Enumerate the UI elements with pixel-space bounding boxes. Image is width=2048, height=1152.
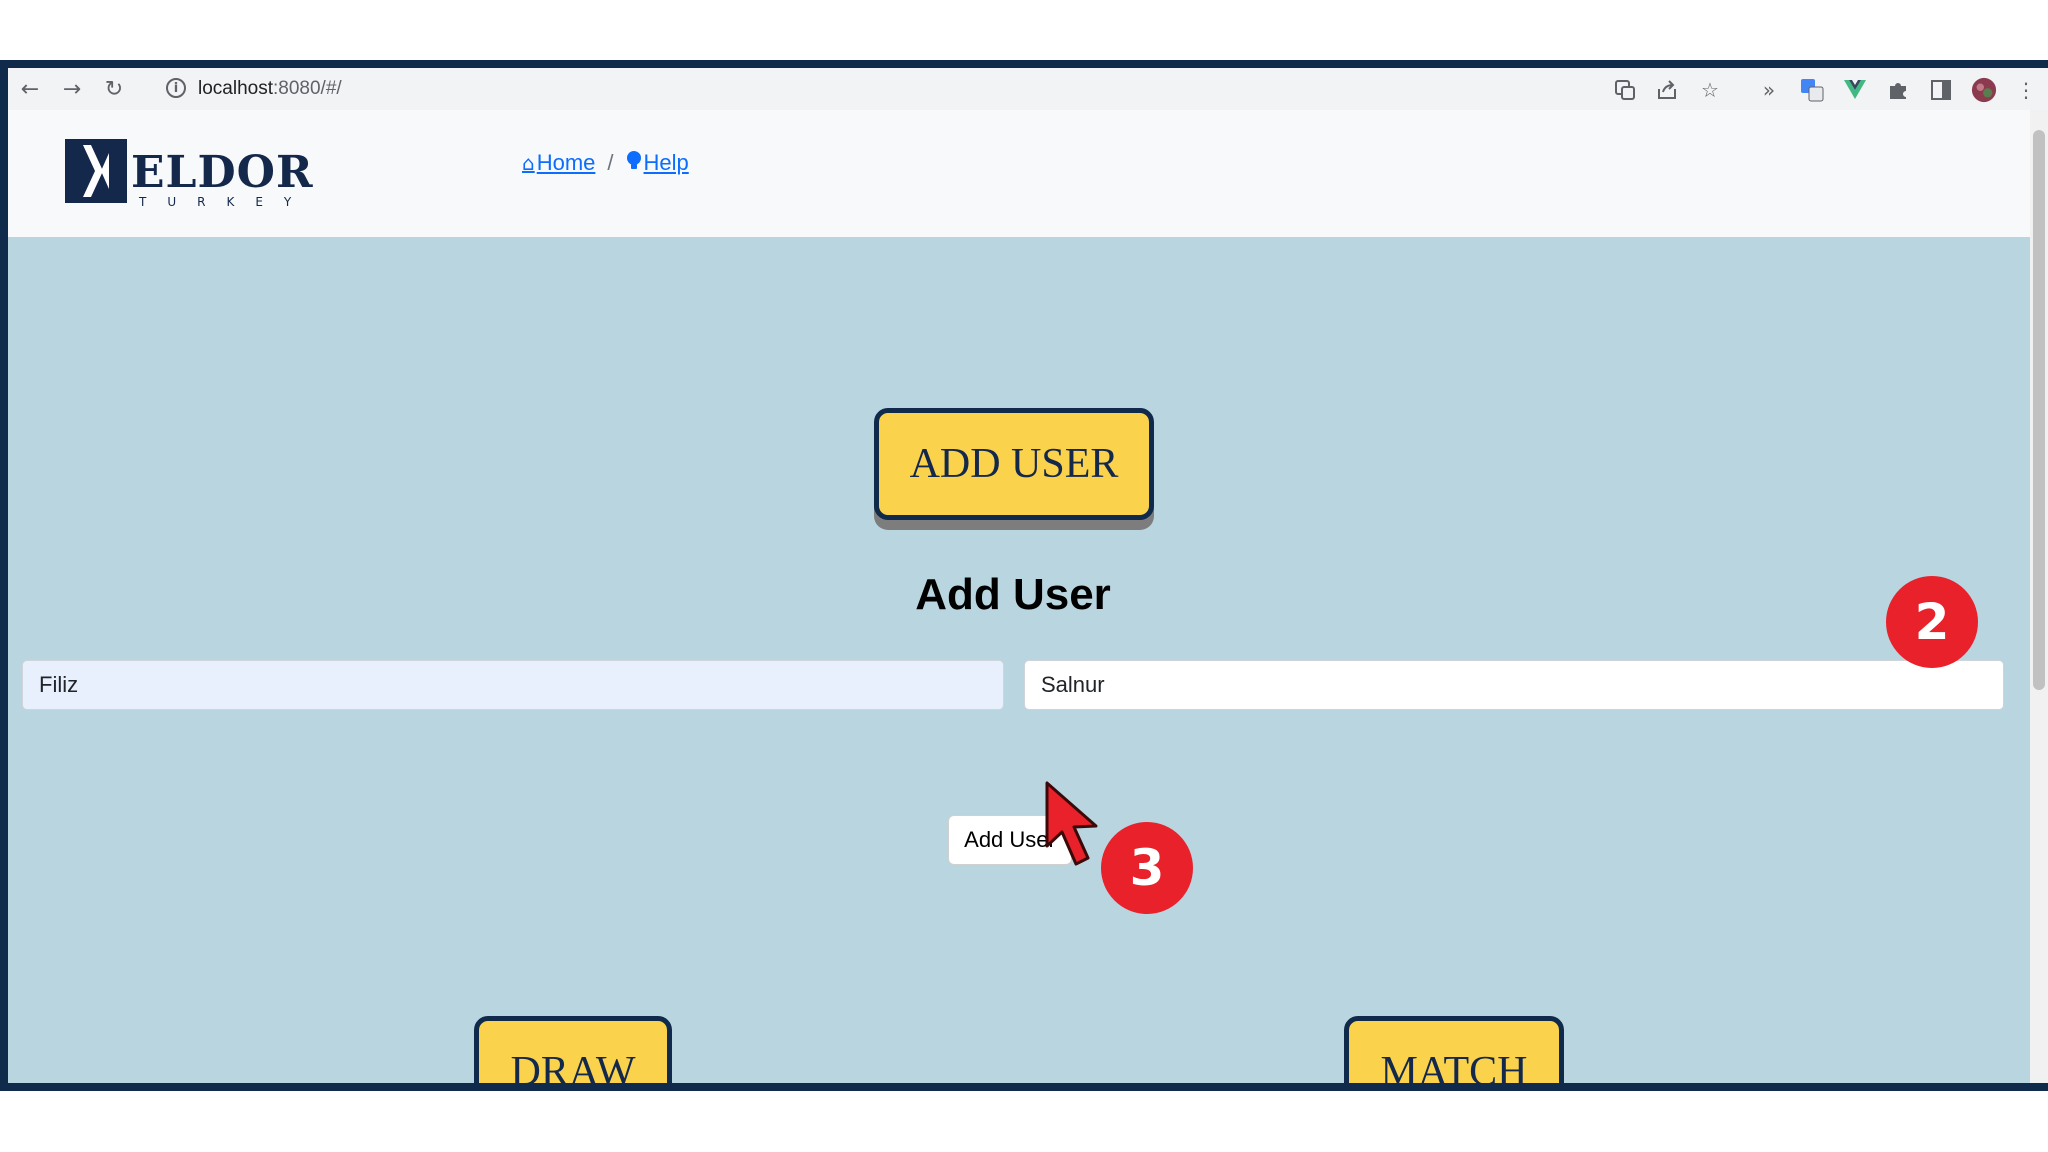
- page-viewport: ELDOR TURKEY ⌂ Home / Help ADD USER Add U…: [8, 110, 2048, 1083]
- browser-menu-icon[interactable]: ⋮: [2013, 77, 2039, 103]
- reload-icon[interactable]: ↻: [100, 75, 128, 103]
- share-icon[interactable]: [1654, 77, 1680, 103]
- google-translate-icon[interactable]: [1799, 77, 1825, 103]
- address-bar[interactable]: [151, 72, 1741, 106]
- scroll-thumb[interactable]: [2033, 130, 2045, 690]
- sidepanel-icon[interactable]: [1928, 77, 1954, 103]
- page-scrollbar[interactable]: [2030, 110, 2048, 1083]
- forward-icon[interactable]: →: [58, 75, 86, 103]
- first-name-input[interactable]: Filiz: [22, 660, 1004, 710]
- browser-window: ← → ↻ i localhost:8080/#/ ☆ » ⋮ ELDOR TU…: [0, 60, 2048, 1091]
- breadcrumb: ⌂ Home / Help: [522, 150, 689, 176]
- back-icon[interactable]: ←: [16, 75, 44, 103]
- eldor-logo[interactable]: ELDOR TURKEY: [65, 139, 313, 209]
- navbar: ELDOR TURKEY ⌂ Home / Help: [8, 110, 2030, 237]
- match-button[interactable]: MATCH: [1344, 1016, 1564, 1083]
- url-text[interactable]: localhost:8080/#/: [198, 78, 342, 100]
- breadcrumb-home-link[interactable]: ⌂ Home: [522, 150, 595, 176]
- vue-devtools-icon[interactable]: [1842, 77, 1868, 103]
- extension-chevron-icon[interactable]: »: [1756, 77, 1782, 103]
- step-badge-2: 2: [1886, 576, 1978, 668]
- breadcrumb-home-label: Home: [536, 150, 596, 175]
- last-name-input[interactable]: Salnur: [1024, 660, 2004, 710]
- add-user-main-button[interactable]: ADD USER: [874, 408, 1154, 520]
- puzzle-icon[interactable]: [1885, 77, 1911, 103]
- profile-avatar[interactable]: [1971, 77, 1997, 103]
- lightbulb-icon: [626, 150, 642, 176]
- eldor-logo-mark: [65, 139, 127, 203]
- draw-button[interactable]: DRAW: [474, 1016, 672, 1083]
- breadcrumb-separator: /: [607, 150, 614, 175]
- logo-subtext: TURKEY: [139, 195, 313, 209]
- breadcrumb-help-label: Help: [643, 150, 689, 175]
- home-icon: ⌂: [522, 151, 535, 175]
- translate-icon[interactable]: [1612, 77, 1638, 103]
- star-icon[interactable]: ☆: [1697, 77, 1723, 103]
- browser-toolbar: ← → ↻ i localhost:8080/#/ ☆ » ⋮: [8, 68, 2048, 110]
- site-info-icon[interactable]: i: [166, 78, 186, 98]
- step-badge-3: 3: [1101, 822, 1193, 914]
- form-title: Add User: [915, 570, 1111, 619]
- logo-text: ELDOR: [131, 147, 314, 198]
- mouse-cursor-icon: [1045, 781, 1098, 866]
- breadcrumb-help-link[interactable]: Help: [626, 150, 689, 176]
